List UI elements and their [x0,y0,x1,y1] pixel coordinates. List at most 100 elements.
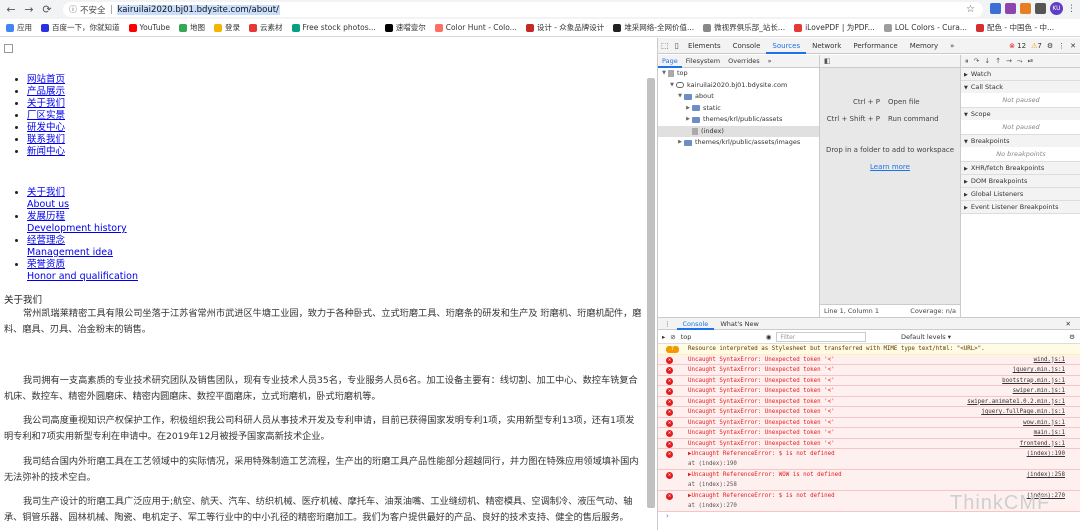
bookmark-item[interactable]: iLovePDF | 为PDF... [794,22,875,33]
subnav-link-cn[interactable]: 经营理念 [27,235,65,246]
source-link[interactable]: (index):258 [1027,470,1065,481]
expand-arrow-icon[interactable]: ▶ [684,103,692,115]
expand-arrow-icon[interactable]: ▶ [964,179,968,185]
close-icon[interactable]: ✕ [1060,320,1077,328]
subnav-link-en[interactable]: Development history [27,223,127,234]
subnav-link-cn[interactable]: 发展历程 [27,211,65,222]
source-link[interactable]: wow.min.js:1 [1023,418,1065,428]
section-header[interactable]: ▶ DOM Breakpoints [961,175,1080,187]
bookmark-item[interactable]: 云素材 [249,22,283,33]
nav-link[interactable]: 新闻中心 [27,146,65,157]
more-tabs-button[interactable]: » [944,38,960,54]
source-link[interactable]: jquery.min.js:1 [1013,365,1065,375]
tree-item[interactable]: ▼ top [658,68,819,80]
shortcut-action[interactable]: Open file [888,98,920,106]
forward-icon[interactable]: → [22,3,36,17]
tree-item[interactable]: ▶ themes/krl/public/assets [658,114,819,126]
tree-item[interactable]: ▼ about [658,91,819,103]
bookmark-item[interactable]: 百度一下，你就知道 [41,22,120,33]
bookmark-item[interactable]: Free stock photos... [291,23,376,32]
source-link[interactable]: wind.js:1 [1034,355,1065,365]
puzzle-icon[interactable] [1035,3,1046,14]
tree-item[interactable]: (index) [658,125,819,137]
reload-icon[interactable]: ⟳ [40,3,54,17]
subnav-link-en[interactable]: Management idea [27,247,113,258]
expand-arrow-icon[interactable]: ▼ [676,91,684,103]
expand-arrow-icon[interactable]: ▼ [660,68,668,80]
source-link[interactable]: bootstrap.min.js:1 [1002,376,1065,386]
tab-filesystem[interactable]: Filesystem [682,57,724,65]
tree-item[interactable]: ▶ themes/krl/public/assets/images [658,137,819,149]
stack-frame[interactable]: at (index):270 [688,501,737,511]
bookmark-item[interactable]: YouTube [128,23,170,32]
tab-elements[interactable]: Elements [682,38,727,54]
warning-count[interactable]: ⚠7 [1031,42,1042,50]
expand-arrow-icon[interactable]: ▶ [964,72,968,78]
step-over-icon[interactable]: ↷ [974,57,980,65]
shortcut-action[interactable]: Run command [888,115,939,123]
expand-arrow-icon[interactable]: ▶ [964,192,968,198]
tab-network[interactable]: Network [806,38,847,54]
bookmark-item[interactable]: 微视界俱乐部_站长... [703,22,785,33]
nav-link[interactable]: 厂区实景 [27,110,65,121]
subnav-link-en[interactable]: About us [27,199,69,210]
address-bar[interactable]: ⓘ 不安全 kairuilai2020.bj01.bdysite.com/abo… [63,2,983,17]
bookmark-item[interactable]: 设计 - 众象品牌设计 [525,22,604,33]
source-link[interactable]: swiper.animate1.0.2.min.js:1 [967,397,1065,407]
section-header[interactable]: ▼ Breakpoints [961,135,1080,147]
bookmark-item[interactable]: 地图 [179,22,205,33]
url-text[interactable]: kairuilai2020.bj01.bdysite.com/about/ [116,4,280,15]
expand-arrow-icon[interactable]: ▼ [964,112,968,118]
context-select[interactable]: top [681,333,761,341]
pause-on-exceptions-icon[interactable]: ⏯ [1028,57,1034,66]
stack-frame[interactable]: at (index):190 [688,459,737,469]
subnav-link-en[interactable]: Honor and qualification [27,271,138,282]
device-toolbar-icon[interactable]: ▯ [672,41,682,50]
tab-console[interactable]: Console [676,318,715,330]
deactivate-breakpoints-icon[interactable]: ⤳ [1017,57,1023,66]
sidebar-toggle-icon[interactable]: ▸ [662,333,665,341]
section-header[interactable]: ▶ Event Listener Breakpoints [961,201,1080,213]
log-levels-select[interactable]: Default levels ▾ [901,333,951,341]
settings-icon[interactable]: ⚙ [1047,42,1053,50]
source-link[interactable]: jquery.fullPage.min.js:1 [981,407,1065,417]
tab-memory[interactable]: Memory [904,38,944,54]
section-header[interactable]: ▶ XHR/fetch Breakpoints [961,162,1080,174]
nav-link[interactable]: 网站首页 [27,74,65,85]
step-out-icon[interactable]: ↑ [995,57,1001,65]
bookmark-star-icon[interactable]: ☆ [966,4,975,15]
tab-sources[interactable]: Sources [766,38,807,54]
menu-icon[interactable]: ⋮ [1058,42,1065,50]
expand-arrow-icon[interactable]: ▼ [964,139,968,145]
bookmark-item[interactable]: 应用 [6,22,32,33]
page-scrollbar[interactable] [647,78,655,508]
bookmark-item[interactable]: 配色 - 中国色 - 中... [976,22,1054,33]
source-link[interactable]: main.js:1 [1034,428,1065,438]
drawer-menu-icon[interactable]: ⋮ [658,320,677,328]
bookmark-item[interactable]: 速噹壹尔 [384,22,426,33]
menu-icon[interactable]: ⋮ [1067,4,1076,14]
toggle-navigator-icon[interactable]: ◧ [824,57,831,65]
subnav-link-cn[interactable]: 关于我们 [27,187,65,198]
expand-arrow-icon[interactable]: ▶ [676,137,684,149]
pause-icon[interactable]: ⏸ [965,57,969,66]
security-label[interactable]: 不安全 [80,4,106,16]
source-link[interactable]: (index):190 [1027,449,1065,460]
stack-frame[interactable]: at (index):258 [688,480,737,490]
bookmark-item[interactable]: Color Hunt - Colo... [434,23,517,32]
subnav-link-cn[interactable]: 荣誉资质 [27,259,65,270]
settings-icon[interactable]: ⚙ [1069,333,1075,341]
tab-whats-new[interactable]: What's New [714,320,765,328]
tree-item[interactable]: ▶ static [658,103,819,115]
section-header[interactable]: ▼ Call Stack [961,81,1080,93]
close-icon[interactable]: ✕ [1070,42,1076,50]
section-header[interactable]: ▶ Global Listeners [961,188,1080,200]
error-count[interactable]: ⊗ 12 [1009,42,1026,50]
clear-console-icon[interactable]: ⊘ [670,333,675,341]
bookmark-item[interactable]: 登录 [214,22,240,33]
source-link[interactable]: swiper.min.js:1 [1013,386,1065,396]
eye-icon[interactable]: ◉ [766,333,772,341]
nav-link[interactable]: 研发中心 [27,122,65,133]
tab-performance[interactable]: Performance [847,38,903,54]
avatar[interactable]: KU [1050,2,1063,15]
